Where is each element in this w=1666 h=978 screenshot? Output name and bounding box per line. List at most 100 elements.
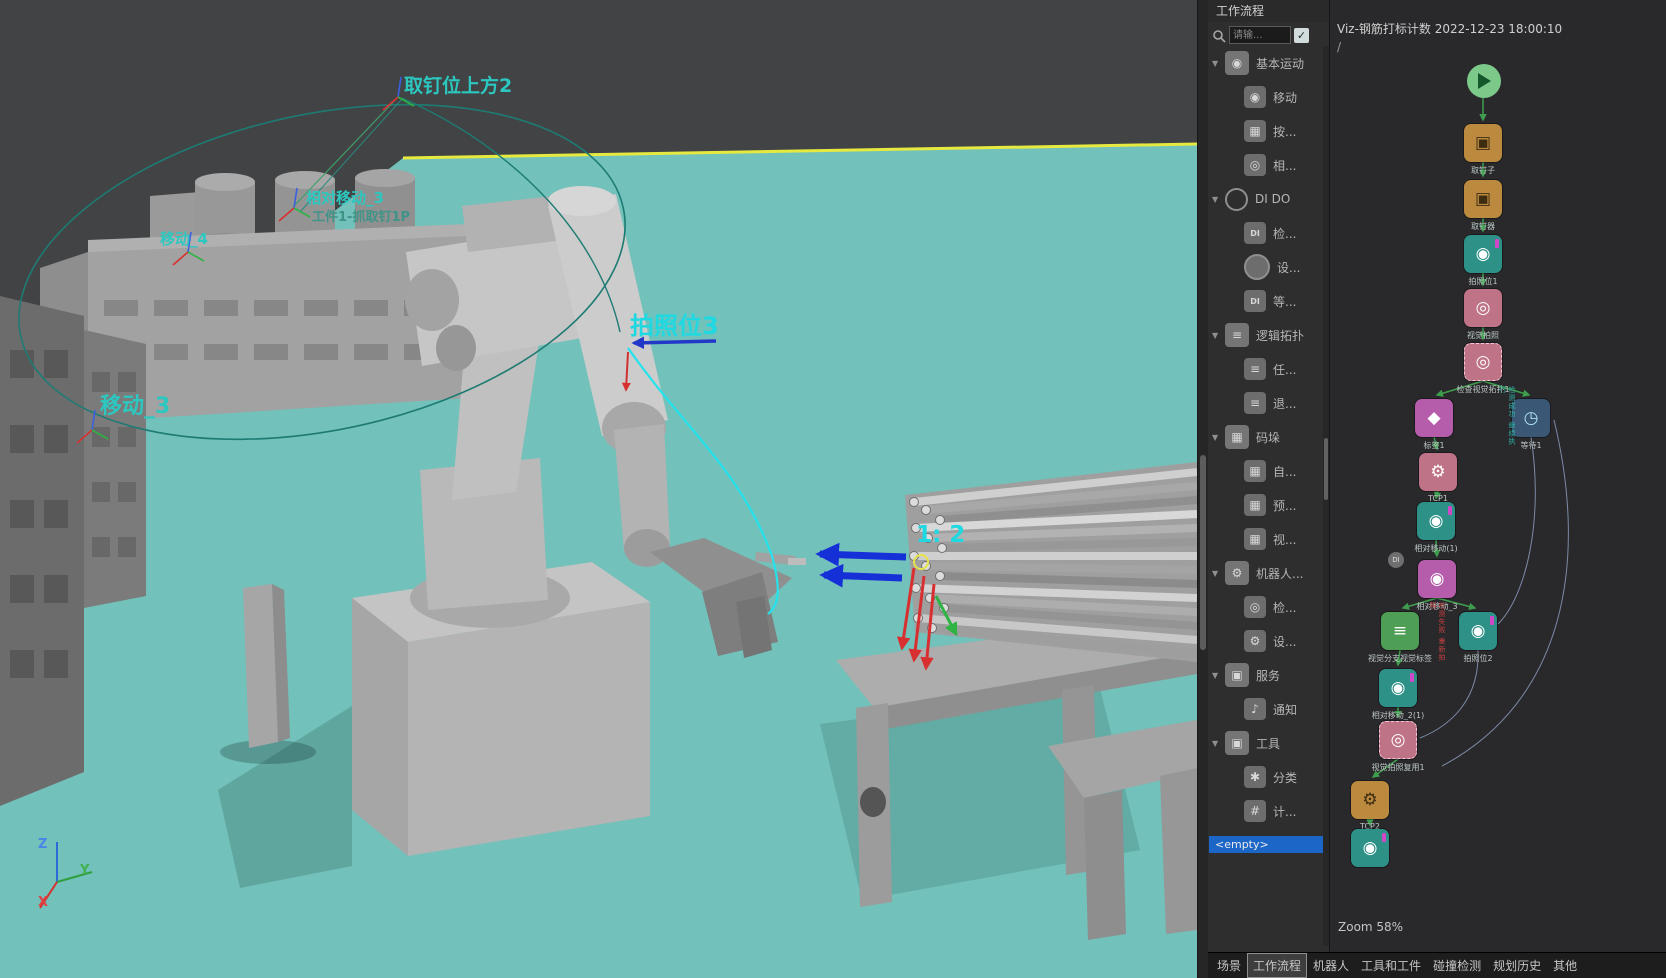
library-item-move[interactable]: ◉移动 xyxy=(1208,80,1324,114)
bell-icon: ♪ xyxy=(1244,698,1266,720)
tab-collision-detection[interactable]: 碰撞检测 xyxy=(1428,954,1486,977)
tab-scene[interactable]: 场景 xyxy=(1212,954,1246,977)
flow-node-check-vision-topology[interactable]: ◎检查视觉拓扑1 xyxy=(1464,343,1502,381)
3d-viewport[interactable]: 取钉位上方2 相对移动_3 工件1-抓取钉1P 移动_4 移动_3 拍照位3 1… xyxy=(0,0,1197,978)
bottom-tab-bar: 场景 工作流程 机器人 工具和工件 碰撞检测 规划历史 其他 xyxy=(1208,952,1666,978)
zoom-indicator: Zoom 58% xyxy=(1338,920,1403,934)
play-button[interactable] xyxy=(1467,64,1501,98)
library-item-task[interactable]: ≡任... xyxy=(1208,352,1324,386)
waypoint-label-pickup-above[interactable]: 取钉位上方2 xyxy=(404,74,512,97)
library-tree: ▼◉基本运动 ◉移动 ▦按... ◎相... ▼DI DO DI检... 设..… xyxy=(1208,46,1324,828)
pallet-grid-icon: ▦ xyxy=(1225,425,1249,449)
library-item-classify[interactable]: ✱分类 xyxy=(1208,760,1324,794)
flow-node-photo-pos-1[interactable]: ◉拍照位1 xyxy=(1464,235,1502,273)
camera-icon: ◎ xyxy=(1379,721,1417,759)
library-search-input[interactable] xyxy=(1229,26,1291,44)
waypoint-icon: ◉ xyxy=(1417,502,1455,540)
layers-icon: ≡ xyxy=(1225,323,1249,347)
library-item-press[interactable]: ▦按... xyxy=(1208,114,1324,148)
keypad-icon: ▦ xyxy=(1244,120,1266,142)
workflow-library-panel: 工作流程 ✓ ▼◉基本运动 ◉移动 ▦按... ◎相... ▼DI DO DI检… xyxy=(1208,0,1330,952)
chevron-down-icon: ▼ xyxy=(1208,59,1225,68)
scrollbar-thumb[interactable] xyxy=(1200,455,1206,650)
library-item-auto[interactable]: ▦自... xyxy=(1208,454,1324,488)
search-filter-checkbox[interactable]: ✓ xyxy=(1294,28,1309,43)
library-item-preset[interactable]: ▦预... xyxy=(1208,488,1324,522)
motion-icon: ◉ xyxy=(1225,51,1249,75)
flow-node-wait-1[interactable]: ◷等待1 xyxy=(1512,399,1550,437)
flow-node-vision-capture-reuse-1[interactable]: ◎视觉拍照复用1 xyxy=(1379,721,1417,759)
classify-icon: ✱ xyxy=(1244,766,1266,788)
library-item-exit[interactable]: ≡退... xyxy=(1208,386,1324,420)
di-chip-icon: DI xyxy=(1244,290,1266,312)
waypoint-icon: ◉ xyxy=(1459,612,1497,650)
flow-node-photo-pos-2[interactable]: ◉拍照位2 xyxy=(1459,612,1497,650)
waypoint-label-photo-pos-3[interactable]: 拍照位3 xyxy=(630,312,719,340)
layers-icon: ≡ xyxy=(1244,358,1266,380)
library-item-set-do[interactable]: 设... xyxy=(1208,250,1324,284)
library-item-check-camera[interactable]: ◎检... xyxy=(1208,590,1324,624)
flow-node-vision-branch-label[interactable]: ≡视觉分支视觉标签 xyxy=(1381,612,1419,650)
chevron-down-icon: ▼ xyxy=(1208,433,1225,442)
tcp-icon: ⚙ xyxy=(1419,453,1457,491)
flow-node-tag-1[interactable]: ◆标签1 xyxy=(1415,399,1453,437)
chevron-down-icon: ▼ xyxy=(1208,671,1225,680)
flow-node-vision-capture[interactable]: ◎视觉拍照 xyxy=(1464,289,1502,327)
axis-y-label: Y xyxy=(79,863,90,878)
chevron-down-icon: ▼ xyxy=(1208,569,1225,578)
chevron-down-icon: ▼ xyxy=(1208,739,1225,748)
library-search-row: ✓ xyxy=(1208,22,1329,48)
search-icon xyxy=(1212,28,1226,42)
library-item-count[interactable]: #计... xyxy=(1208,794,1324,828)
flow-node-tcp-2[interactable]: ⚙TCP2 xyxy=(1351,781,1389,819)
viewport-scrollbar[interactable] xyxy=(1197,0,1208,978)
empty-slot-selected[interactable]: <empty> xyxy=(1209,836,1323,853)
library-group-palletize[interactable]: ▼▦码垛 xyxy=(1208,420,1324,454)
waypoint-label-relative-move-3[interactable]: 相对移动_3 xyxy=(306,189,384,207)
tab-tools-workpieces[interactable]: 工具和工件 xyxy=(1356,954,1426,977)
calculator-icon: # xyxy=(1244,800,1266,822)
breakpoint-badge: DI xyxy=(1388,552,1404,568)
library-scrollbar[interactable] xyxy=(1323,46,1329,946)
library-group-logic-topology[interactable]: ▼≡逻辑拓扑 xyxy=(1208,318,1324,352)
robot-icon: ⚙ xyxy=(1225,561,1249,585)
waypoint-label-move-3[interactable]: 移动_3 xyxy=(100,393,170,419)
library-group-service[interactable]: ▼▣服务 xyxy=(1208,658,1324,692)
move-icon: ◉ xyxy=(1244,86,1266,108)
library-item-vision[interactable]: ▦视... xyxy=(1208,522,1324,556)
library-item-check-di[interactable]: DI检... xyxy=(1208,216,1324,250)
library-panel-title: 工作流程 xyxy=(1208,0,1329,22)
waypoint-label-move-4[interactable]: 移动_4 xyxy=(160,230,208,248)
tag-icon: ◆ xyxy=(1415,399,1453,437)
stack-icon: ▣ xyxy=(1464,124,1502,162)
library-group-basic-motion[interactable]: ▼◉基本运动 xyxy=(1208,46,1324,80)
tab-robot[interactable]: 机器人 xyxy=(1308,954,1354,977)
flow-node-relative-move-2-1[interactable]: ◉相对移动_2(1) xyxy=(1379,669,1417,707)
waypoint-label-workpiece[interactable]: 工件1-抓取钉1P xyxy=(312,209,410,225)
scrollbar-thumb[interactable] xyxy=(1324,438,1328,500)
tab-planning-history[interactable]: 规划历史 xyxy=(1488,954,1546,977)
flow-note-success: 检测成功 继续执行 xyxy=(1498,386,1516,452)
library-group-di-do[interactable]: ▼DI DO xyxy=(1208,182,1324,216)
stack-icon: ▣ xyxy=(1464,180,1502,218)
flow-node-waypoint-last[interactable]: ◉ xyxy=(1351,829,1389,867)
flow-node-pick-nail-2[interactable]: ▣取钉器 xyxy=(1464,180,1502,218)
library-item-wait-di[interactable]: DI等... xyxy=(1208,284,1324,318)
flow-node-tcp-1[interactable]: ⚙TCP1 xyxy=(1419,453,1457,491)
relative-move-icon: ◎ xyxy=(1244,154,1266,176)
library-group-tools[interactable]: ▼▣工具 xyxy=(1208,726,1324,760)
library-group-robot[interactable]: ▼⚙机器人... xyxy=(1208,556,1324,590)
library-item-relative[interactable]: ◎相... xyxy=(1208,148,1324,182)
flow-node-relative-move-3[interactable]: ◉相对移动_3 xyxy=(1418,560,1456,598)
layers-icon: ≡ xyxy=(1244,392,1266,414)
tab-other[interactable]: 其他 xyxy=(1548,954,1582,977)
library-item-set-tool[interactable]: ⚙设... xyxy=(1208,624,1324,658)
flow-node-pick-nail-1[interactable]: ▣取钉子 xyxy=(1464,124,1502,162)
flow-node-relative-move-1[interactable]: ◉相对移动(1) xyxy=(1417,502,1455,540)
clock-icon: ◷ xyxy=(1512,399,1550,437)
flowchart-panel[interactable]: Viz-钢筋打标计数 2022-12-23 18:00:10 / xyxy=(1330,0,1666,952)
waypoint-icon: ◉ xyxy=(1379,669,1417,707)
tab-workflow[interactable]: 工作流程 xyxy=(1248,954,1306,977)
waypoint-icon: ◉ xyxy=(1464,235,1502,273)
library-item-notify[interactable]: ♪通知 xyxy=(1208,692,1324,726)
